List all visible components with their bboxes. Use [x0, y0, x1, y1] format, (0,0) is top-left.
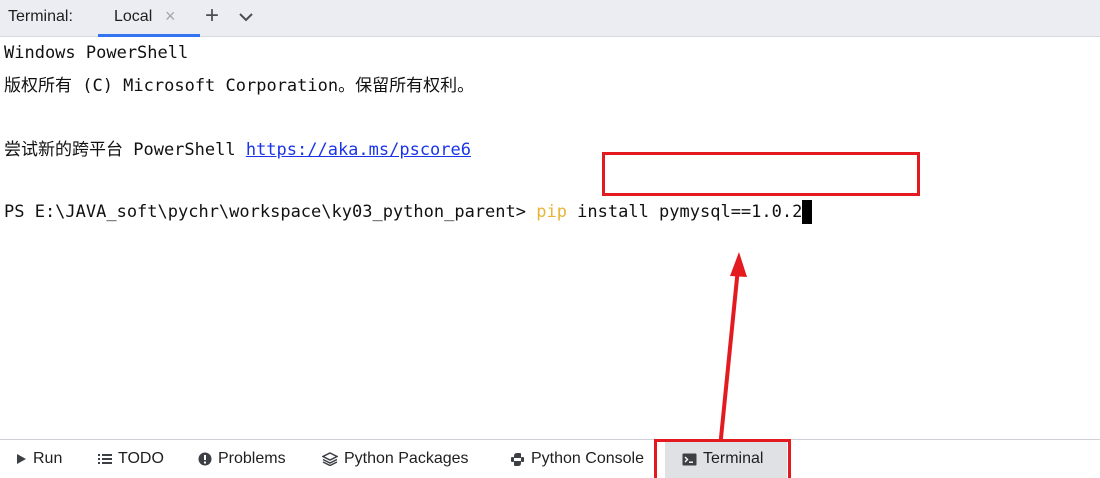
annotation-arrow: [718, 252, 747, 449]
list-icon: [98, 453, 112, 465]
terminal-highlight-box: [654, 439, 791, 478]
problems-tool-button[interactable]: Problems: [198, 440, 286, 478]
alert-icon: [198, 452, 212, 466]
terminal-line: 版权所有 (C) Microsoft Corporation。保留所有权利。: [4, 76, 475, 96]
python-console-tool-button[interactable]: Python Console: [510, 440, 644, 478]
todo-tool-button[interactable]: TODO: [98, 440, 164, 478]
play-icon: [16, 453, 27, 465]
run-tool-button[interactable]: Run: [16, 440, 62, 478]
tab-local-label: Local: [114, 8, 153, 25]
terminal-title: Terminal:: [8, 8, 73, 25]
command-args: install pymysql==1.0.2: [566, 202, 803, 222]
run-label: Run: [33, 450, 63, 467]
python-packages-label: Python Packages: [344, 450, 469, 467]
tool-window-bar: Run TODO Problems Python Packages Python…: [0, 439, 1100, 478]
close-icon[interactable]: ×: [165, 6, 176, 27]
tab-local[interactable]: Local ×: [98, 0, 200, 37]
terminal-line: 尝试新的跨平台 PowerShell https://aka.ms/pscore…: [4, 138, 471, 162]
text-cursor: [802, 200, 813, 224]
prompt-path: PS E:\JAVA_soft\pychr\workspace\ky03_pyt…: [4, 202, 537, 222]
terminal-prompt-line[interactable]: PS E:\JAVA_soft\pychr\workspace\ky03_pyt…: [4, 200, 813, 224]
todo-label: TODO: [118, 450, 164, 467]
python-icon: [510, 452, 525, 467]
terminal-line: Windows PowerShell: [4, 43, 189, 63]
pscore-link[interactable]: https://aka.ms/pscore6: [246, 140, 471, 160]
terminal-tab-bar: Terminal: Local × +: [0, 0, 1100, 37]
command-highlight-box: [602, 152, 920, 196]
python-console-label: Python Console: [531, 450, 644, 467]
layers-icon: [322, 452, 338, 466]
terminal-text: 尝试新的跨平台 PowerShell: [4, 140, 246, 160]
problems-label: Problems: [218, 450, 286, 467]
terminal-output[interactable]: Windows PowerShell 版权所有 (C) Microsoft Co…: [0, 37, 1100, 439]
python-packages-tool-button[interactable]: Python Packages: [322, 440, 469, 478]
chevron-down-icon[interactable]: [239, 11, 253, 23]
add-tab-icon[interactable]: +: [205, 1, 219, 31]
command-pip: pip: [536, 202, 567, 222]
